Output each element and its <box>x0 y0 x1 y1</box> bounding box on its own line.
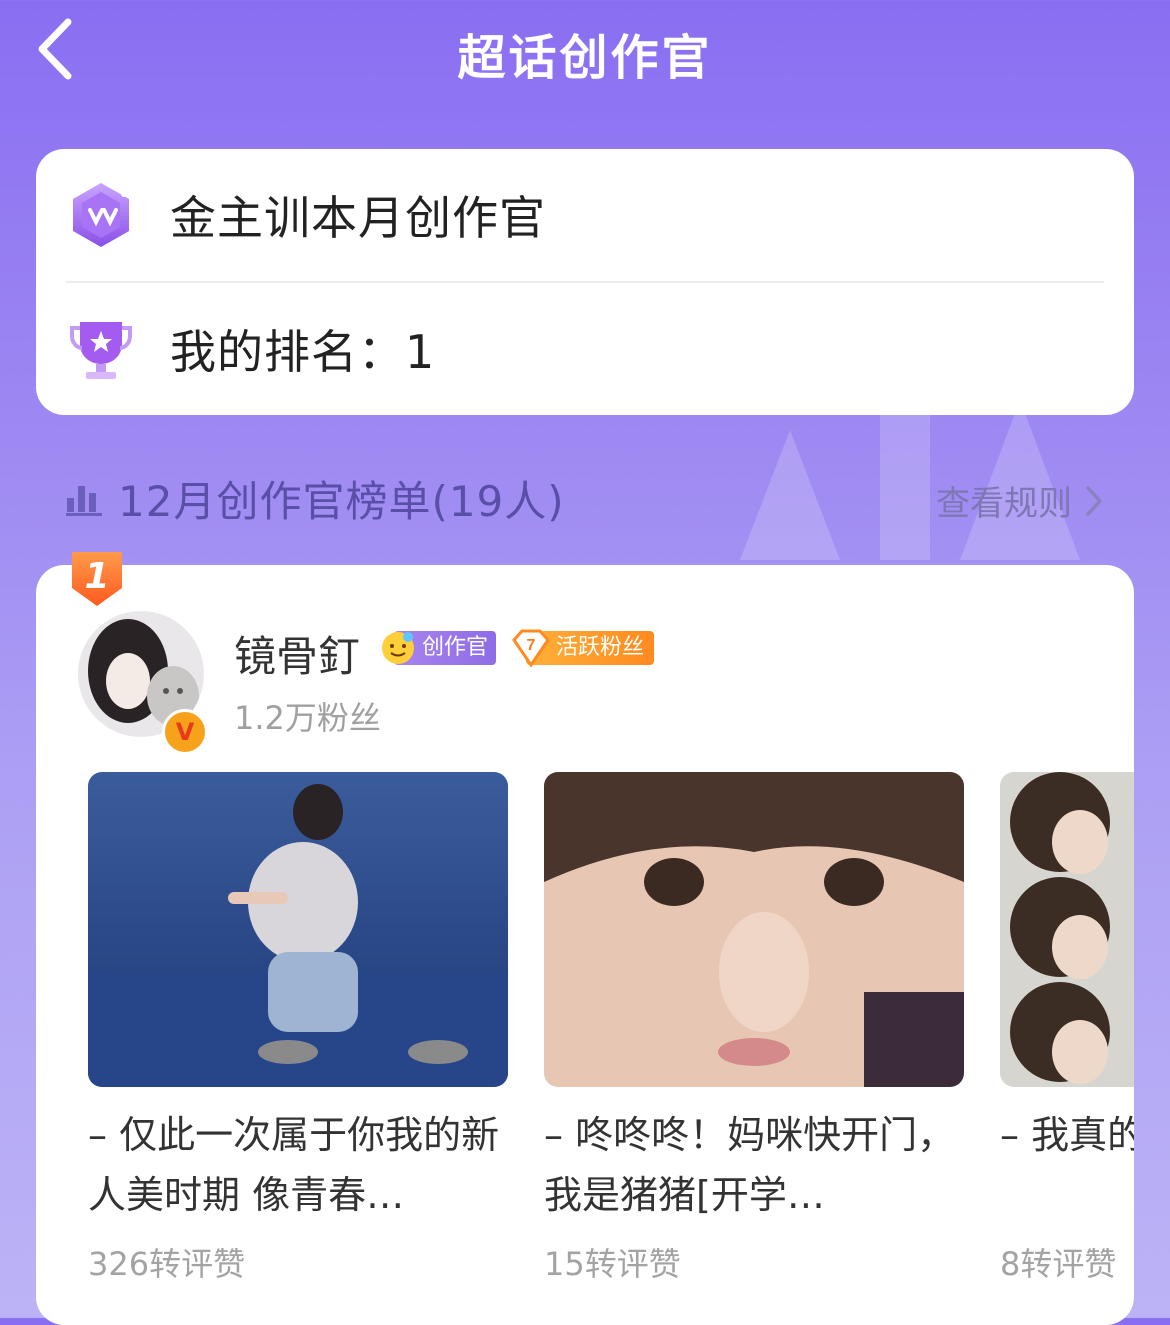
my-rank-text: 我的排名：1 <box>170 325 436 379</box>
post-card[interactable]: – 我真的撅嘴撒娇 8转评赞 <box>1000 772 1134 1285</box>
leaderboard-title: 12月创作官榜单(19人) <box>118 476 565 526</box>
creator-face-icon <box>382 632 414 664</box>
post-image <box>1000 772 1134 1087</box>
rank-badge: 1 <box>66 548 128 610</box>
verified-badge-icon: V <box>162 709 208 755</box>
page-title: 超话创作官 <box>457 30 713 86</box>
rank-number: 1 <box>84 556 110 597</box>
creator-title-row: 金主训本月创作官 <box>66 149 1104 281</box>
fan-level-number: 7 <box>527 637 536 654</box>
creator-tag: 创作官 <box>378 631 497 665</box>
post-stats: 8转评赞 <box>1000 1245 1117 1283</box>
follower-count: 1.2万粉丝 <box>234 699 381 737</box>
post-text: – 我真的撅嘴撒娇 <box>1000 1113 1134 1157</box>
chevron-right-icon <box>1086 485 1102 516</box>
post-card[interactable]: – 仅此一次属于你我的新人美时期 像青春… 326转评赞 <box>88 772 508 1285</box>
post-image <box>544 772 964 1087</box>
creator-medal-icon <box>66 180 136 250</box>
trophy-icon <box>66 314 136 384</box>
leaderboard-entry-card: V 镜骨釘 创作官 7 活跃粉丝 1.2万粉丝 – 仅此一次属于你我的新人美时期… <box>36 565 1134 1325</box>
creator-info-card: 金主训本月创作官 我的排名：1 <box>36 149 1134 415</box>
post-text: – 咚咚咚！妈咪快开门，我是猪猪[开学… <box>544 1113 956 1217</box>
view-rules-link[interactable]: 查看规则 <box>936 476 1104 525</box>
header-bar: 超话创作官 <box>0 0 1170 100</box>
creator-title-text: 金主训本月创作官 <box>170 191 546 245</box>
post-stats: 326转评赞 <box>88 1245 246 1283</box>
post-carousel[interactable]: – 仅此一次属于你我的新人美时期 像青春… 326转评赞 – 咚咚咚！妈咪快开门… <box>88 772 1134 1312</box>
view-rules-label: 查看规则 <box>936 484 1072 524</box>
post-stats: 15转评赞 <box>544 1245 681 1283</box>
user-name[interactable]: 镜骨釘 <box>234 623 360 684</box>
leaderboard-heading: 12月创作官榜单(19人) 查看规则 <box>64 466 1104 530</box>
post-card[interactable]: – 咚咚咚！妈咪快开门，我是猪猪[开学… 15转评赞 <box>544 772 964 1285</box>
my-rank-row: 我的排名：1 <box>66 283 1104 415</box>
post-image <box>88 772 508 1087</box>
bar-chart-icon <box>66 486 102 516</box>
active-fan-tag: 7 活跃粉丝 <box>510 629 655 668</box>
post-text: – 仅此一次属于你我的新人美时期 像青春… <box>88 1113 500 1217</box>
diamond-level-icon: 7 <box>512 629 550 668</box>
